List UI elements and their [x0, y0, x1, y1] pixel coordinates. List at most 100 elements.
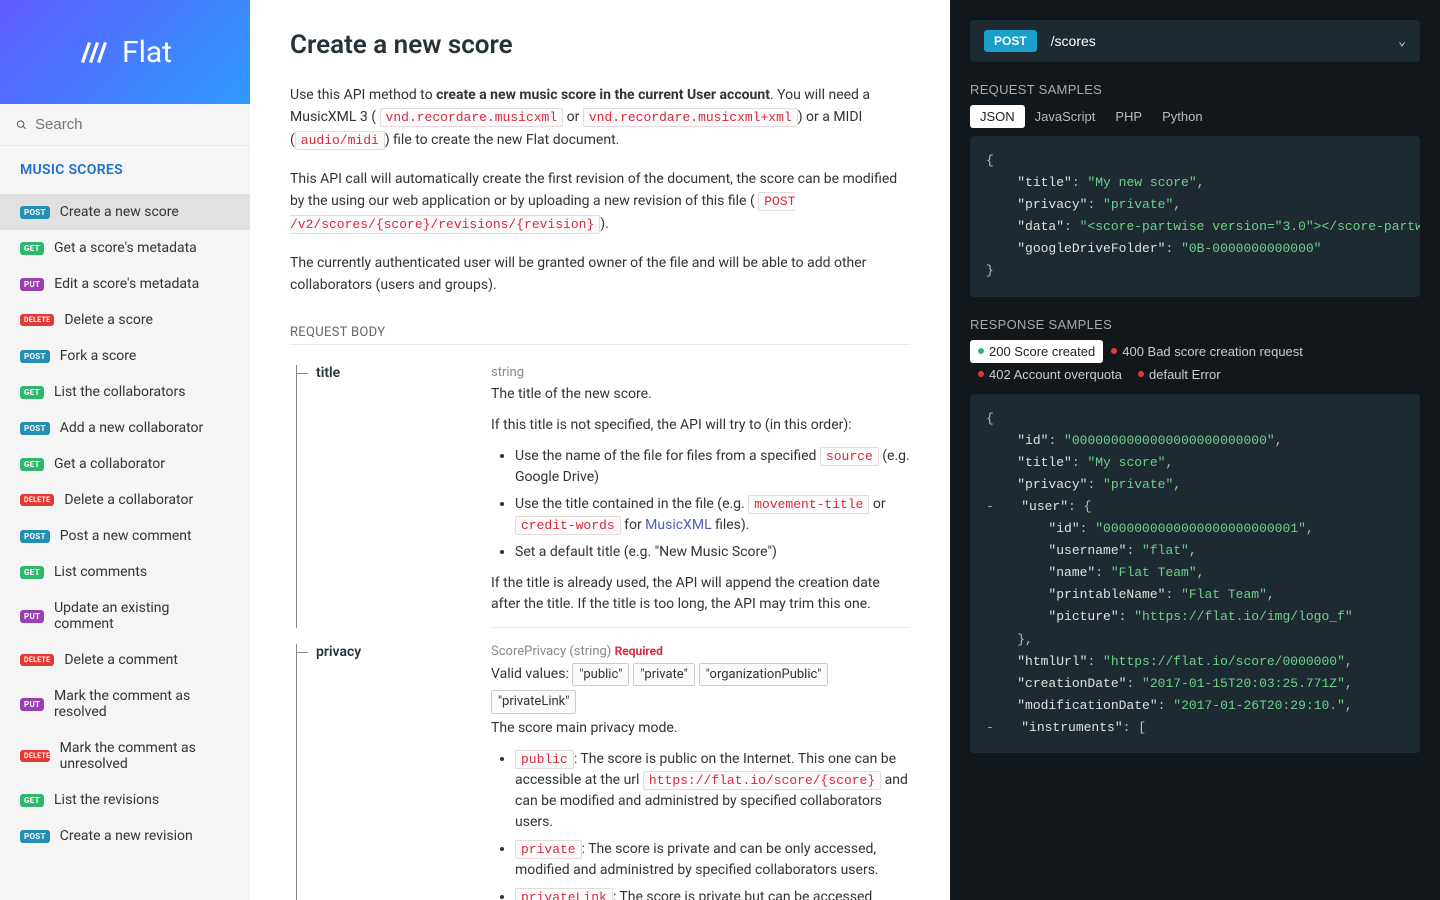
nav-item-label: Post a new comment: [60, 528, 192, 544]
response-tabs: 200 Score created400 Bad score creation …: [970, 340, 1420, 386]
method-badge: DELETE: [20, 494, 54, 506]
param-title: title string The title of the new score.…: [290, 365, 910, 628]
nav-item[interactable]: GET List the collaborators: [0, 374, 250, 410]
method-badge: DELETE: [20, 654, 54, 666]
method-badge: POST: [20, 530, 50, 543]
nav-item[interactable]: DELETE Delete a collaborator: [0, 482, 250, 518]
intro-paragraph-3: The currently authenticated user will be…: [290, 252, 910, 297]
nav-item[interactable]: GET Get a collaborator: [0, 446, 250, 482]
nav-item-label: Delete a score: [64, 312, 153, 328]
request-tab[interactable]: JavaScript: [1025, 105, 1106, 128]
nav-item-label: Edit a score's metadata: [54, 276, 199, 292]
method-badge: POST: [984, 30, 1037, 52]
intro-paragraph-1: Use this API method to create a new musi…: [290, 84, 910, 152]
param-name: title: [316, 365, 491, 628]
request-tab[interactable]: Python: [1152, 105, 1212, 128]
method-badge: POST: [20, 350, 50, 363]
method-badge: GET: [20, 458, 44, 471]
intro-paragraph-2: This API call will automatically create …: [290, 168, 910, 236]
method-badge: PUT: [20, 278, 44, 291]
nav-item-label: Create a new revision: [60, 828, 193, 844]
nav-item-label: Create a new score: [60, 204, 179, 220]
request-tab[interactable]: PHP: [1105, 105, 1152, 128]
nav-item[interactable]: PUT Mark the comment as resolved: [0, 678, 250, 730]
endpoint-selector[interactable]: POST /scores ⌄: [970, 20, 1420, 62]
method-badge: GET: [20, 794, 44, 807]
search-icon: [16, 118, 27, 132]
response-tab[interactable]: 400 Bad score creation request: [1103, 340, 1311, 363]
method-badge: POST: [20, 422, 50, 435]
nav-item[interactable]: GET List the revisions: [0, 782, 250, 818]
brand-header: Flat: [0, 0, 250, 104]
nav-item[interactable]: GET List comments: [0, 554, 250, 590]
response-json: { "id": "0000000000000000000000000", "ti…: [970, 394, 1420, 753]
status-dot: [1111, 348, 1117, 354]
nav-item-label: Delete a collaborator: [64, 492, 193, 508]
nav-item-label: Mark the comment as unresolved: [60, 740, 230, 772]
search-box[interactable]: [0, 104, 250, 146]
request-tab[interactable]: JSON: [970, 105, 1025, 128]
param-privacy: privacy ScorePrivacy (string) Required V…: [290, 644, 910, 900]
valid-value-tag: "public": [572, 663, 629, 687]
nav-item[interactable]: POST Create a new score: [0, 194, 250, 230]
nav-item[interactable]: PUT Update an existing comment: [0, 590, 250, 642]
response-tab[interactable]: 200 Score created: [970, 340, 1103, 363]
status-dot: [978, 371, 984, 377]
nav-item[interactable]: POST Post a new comment: [0, 518, 250, 554]
nav-item[interactable]: GET Get a score's metadata: [0, 230, 250, 266]
param-type: string: [491, 365, 910, 380]
status-dot: [978, 348, 984, 354]
response-samples-label: RESPONSE SAMPLES: [970, 317, 1420, 332]
valid-value-tag: "organizationPublic": [699, 663, 829, 687]
nav-section-music-scores[interactable]: MUSIC SCORES: [0, 146, 250, 194]
nav-item-label: List the collaborators: [54, 384, 185, 400]
nav-item-label: Fork a score: [60, 348, 137, 364]
method-badge: DELETE: [20, 750, 50, 762]
response-tab[interactable]: default Error: [1130, 363, 1229, 386]
request-json: { "title": "My new score", "privacy": "p…: [970, 136, 1420, 297]
nav-item-label: Get a score's metadata: [54, 240, 197, 256]
code-panel: POST /scores ⌄ REQUEST SAMPLES JSONJavaS…: [950, 0, 1440, 900]
nav-item[interactable]: PUT Edit a score's metadata: [0, 266, 250, 302]
method-badge: PUT: [20, 610, 44, 623]
nav-item-label: Mark the comment as resolved: [54, 688, 230, 720]
mime-musicxml-xml: vnd.recordare.musicxml+xml: [583, 108, 798, 127]
method-badge: GET: [20, 242, 44, 255]
method-badge: DELETE: [20, 314, 54, 326]
musicxml-link[interactable]: MusicXML: [645, 517, 711, 533]
method-badge: PUT: [20, 698, 44, 711]
method-badge: GET: [20, 566, 44, 579]
endpoint-path: /scores: [1051, 33, 1399, 49]
nav-item[interactable]: POST Add a new collaborator: [0, 410, 250, 446]
mime-musicxml: vnd.recordare.musicxml: [380, 108, 564, 127]
sidebar: Flat MUSIC SCORES POST Create a new score…: [0, 0, 250, 900]
nav-item[interactable]: DELETE Delete a score: [0, 302, 250, 338]
status-dot: [1138, 371, 1144, 377]
nav-item[interactable]: POST Create a new revision: [0, 818, 250, 854]
nav-item-label: Add a new collaborator: [60, 420, 203, 436]
nav-item[interactable]: DELETE Delete a comment: [0, 642, 250, 678]
method-badge: GET: [20, 386, 44, 399]
nav-item[interactable]: POST Fork a score: [0, 338, 250, 374]
mime-midi: audio/midi: [295, 131, 385, 150]
nav-item-label: List the revisions: [54, 792, 159, 808]
nav-item-label: Update an existing comment: [54, 600, 230, 632]
required-badge: Required: [615, 644, 663, 658]
response-tab[interactable]: 402 Account overquota: [970, 363, 1130, 386]
nav-item-label: Get a collaborator: [54, 456, 165, 472]
request-body-label: REQUEST BODY: [290, 325, 910, 345]
main-content: Create a new score Use this API method t…: [250, 0, 950, 900]
nav-item-label: List comments: [54, 564, 147, 580]
method-badge: POST: [20, 206, 50, 219]
nav-item-label: Delete a comment: [64, 652, 178, 668]
valid-value-tag: "private": [633, 663, 694, 687]
method-badge: POST: [20, 830, 50, 843]
search-input[interactable]: [35, 116, 234, 133]
brand-name: Flat: [122, 35, 172, 70]
nav-item[interactable]: DELETE Mark the comment as unresolved: [0, 730, 250, 782]
chevron-down-icon: ⌄: [1398, 34, 1406, 49]
valid-value-tag: "privateLink": [491, 690, 576, 714]
flat-logo-icon: [78, 36, 110, 68]
request-tabs: JSONJavaScriptPHPPython: [970, 105, 1420, 128]
page-title: Create a new score: [290, 30, 910, 60]
